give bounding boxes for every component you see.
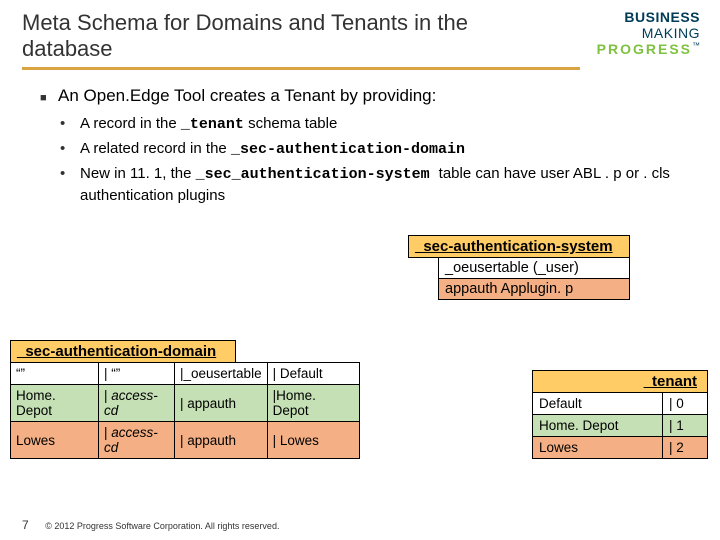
table-row: Lowes | access-cd | appauth | Lowes (11, 422, 360, 459)
copyright: © 2012 Progress Software Corporation. Al… (45, 521, 279, 531)
table-row: Default | 0 (533, 393, 708, 415)
footer: 7 © 2012 Progress Software Corporation. … (22, 518, 279, 532)
page-title: Meta Schema for Domains and Tenants in t… (22, 10, 502, 63)
table-row: Home. Depot | access-cd | appauth |Home.… (11, 385, 360, 422)
header: Meta Schema for Domains and Tenants in t… (0, 0, 720, 76)
brand-logo: BUSINESS MAKING PROGRESS™ (597, 10, 700, 58)
bullet-sub-2: A related record in the _sec-authenticat… (40, 139, 692, 160)
auth-system-header: _sec-authentication-system (408, 235, 630, 258)
tenant-table: _tenant Default | 0 Home. Depot | 1 Lowe… (532, 370, 708, 459)
title-underline (22, 67, 580, 70)
auth-domain-table: _sec-authentication-domain “” | “” |_oeu… (10, 340, 360, 459)
table-row: “” | “” |_oeusertable | Default (11, 363, 360, 385)
auth-system-row-oeusertable: _oeusertable (_user) (438, 257, 630, 279)
auth-system-row-appauth: appauth Applugin. p (438, 278, 630, 300)
bullet-sub-3: New in 11. 1, the _sec_authentication-sy… (40, 164, 692, 206)
auth-system-table: _sec-authentication-system _oeusertable … (408, 235, 630, 300)
content: An Open.Edge Tool creates a Tenant by pr… (0, 76, 720, 206)
tenant-header: _tenant (532, 370, 708, 393)
auth-domain-header: _sec-authentication-domain (10, 340, 236, 363)
bullet-sub-1: A record in the _tenant schema table (40, 114, 692, 135)
table-row: Lowes | 2 (533, 437, 708, 459)
table-row: Home. Depot | 1 (533, 415, 708, 437)
bullet-main: An Open.Edge Tool creates a Tenant by pr… (62, 86, 692, 106)
page-number: 7 (22, 518, 29, 532)
